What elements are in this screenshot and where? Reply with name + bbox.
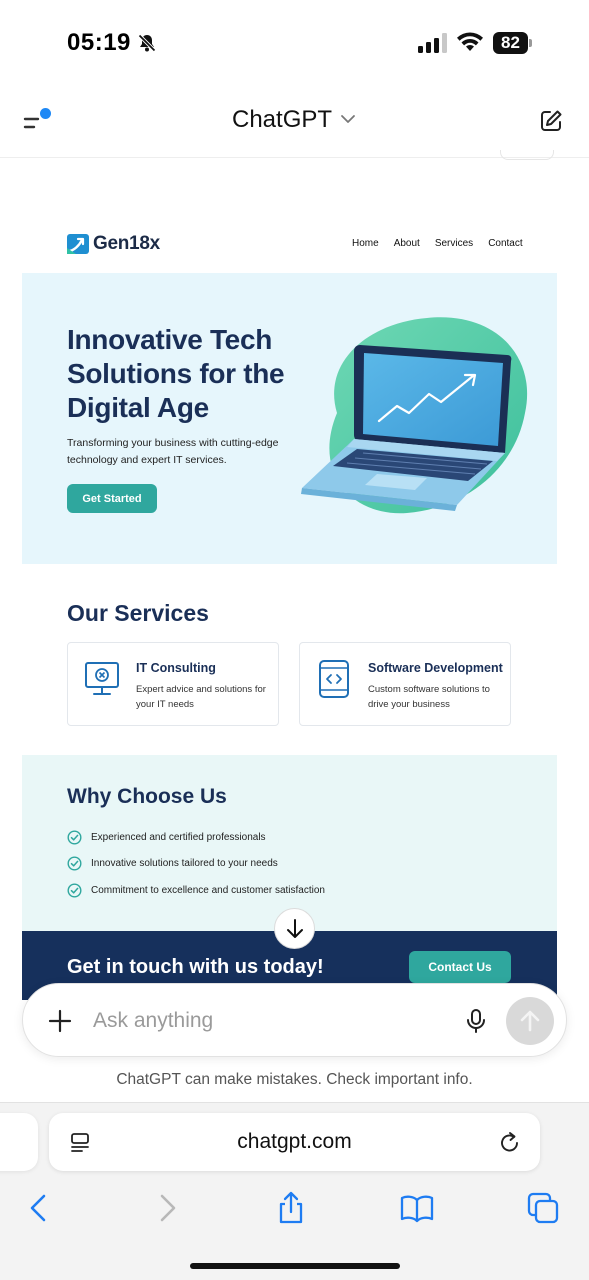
microphone-icon[interactable]	[463, 1008, 489, 1034]
why-item: Commitment to excellence and customer sa…	[67, 883, 325, 898]
code-phone-icon	[319, 660, 349, 698]
service-desc: Custom software solutions to drive your …	[368, 684, 490, 710]
scroll-down-button[interactable]	[274, 908, 315, 949]
address-bar[interactable]: chatgpt.com	[49, 1113, 540, 1171]
message-input[interactable]	[93, 1006, 433, 1036]
check-circle-icon	[67, 856, 82, 871]
tabs-icon[interactable]	[526, 1191, 560, 1225]
cta-title: Get in touch with us today!	[67, 956, 324, 978]
arrow-up-icon	[520, 1010, 540, 1032]
check-circle-icon	[67, 830, 82, 845]
home-indicator	[190, 1263, 400, 1269]
why-item-text: Experienced and certified professionals	[91, 832, 266, 843]
disclaimer: ChatGPT can make mistakes. Check importa…	[116, 1071, 473, 1088]
services-title: Our Services	[67, 600, 209, 626]
laptop-illustration	[301, 317, 528, 514]
site-logo: Gen18x	[67, 233, 160, 255]
forward-icon[interactable]	[150, 1191, 184, 1225]
notification-dot	[40, 108, 51, 119]
model-selector[interactable]: ChatGPT	[232, 105, 356, 135]
get-started-button: Get Started	[67, 484, 157, 513]
url-text: chatgpt.com	[237, 1130, 352, 1153]
logo-mark-icon	[67, 234, 89, 254]
status-bar: 05:19 82	[0, 0, 589, 88]
why-item-text: Innovative solutions tailored to your ne…	[91, 858, 278, 869]
hero-subtitle: Transforming your business with cutting-…	[67, 437, 279, 466]
battery-level: 82	[501, 33, 520, 52]
why-item: Innovative solutions tailored to your ne…	[67, 856, 278, 871]
nav-link-contact: Contact	[488, 238, 523, 249]
menu-icon[interactable]	[22, 106, 56, 136]
chat-header: ChatGPT	[0, 88, 589, 158]
service-card: Software Development Custom software sol…	[299, 642, 511, 726]
bell-slash-icon	[137, 33, 157, 58]
website-preview: Gen18x Home About Services Contact Innov…	[22, 160, 557, 1000]
chat-title: ChatGPT	[232, 106, 333, 133]
why-item: Experienced and certified professionals	[67, 830, 266, 845]
why-item-text: Commitment to excellence and customer sa…	[91, 885, 325, 896]
hero-section: Innovative Tech Solutions for the Digita…	[22, 273, 557, 564]
send-button[interactable]	[506, 997, 554, 1045]
contact-us-button: Contact Us	[409, 951, 511, 983]
check-circle-icon	[67, 883, 82, 898]
wifi-icon	[456, 31, 484, 58]
why-title: Why Choose Us	[67, 785, 227, 808]
previous-tab[interactable]	[0, 1113, 38, 1171]
browser-chrome: chatgpt.com	[0, 1102, 589, 1280]
battery-icon: 82	[493, 32, 533, 54]
bookmarks-icon[interactable]	[400, 1191, 434, 1225]
why-section: Why Choose Us Experienced and certified …	[22, 755, 557, 931]
site-nav-links: Home About Services Contact	[352, 238, 523, 249]
nav-link-about: About	[393, 238, 420, 249]
site-nav: Gen18x Home About Services Contact	[22, 160, 557, 273]
plus-icon[interactable]	[47, 1008, 73, 1034]
chevron-down-icon	[340, 111, 356, 129]
service-desc: Expert advice and solutions for your IT …	[136, 684, 266, 710]
composer	[22, 983, 567, 1057]
status-time: 05:19	[67, 29, 131, 56]
new-chat-icon[interactable]	[538, 108, 564, 134]
signal-icon	[418, 33, 448, 58]
service-name: IT Consulting	[136, 661, 216, 675]
service-name: Software Development	[368, 661, 503, 675]
monitor-gear-icon	[85, 662, 119, 695]
back-icon[interactable]	[22, 1191, 56, 1225]
arrow-down-icon	[286, 918, 303, 938]
hero-title: Innovative Tech Solutions for the Digita…	[67, 324, 285, 423]
reload-icon[interactable]	[498, 1130, 522, 1154]
service-card: IT Consulting Expert advice and solution…	[67, 642, 279, 726]
share-icon[interactable]	[274, 1191, 308, 1225]
logo-text: Gen18x	[93, 233, 160, 254]
scroll-peek	[500, 150, 554, 160]
nav-link-home: Home	[352, 238, 379, 249]
nav-link-services: Services	[434, 238, 474, 249]
